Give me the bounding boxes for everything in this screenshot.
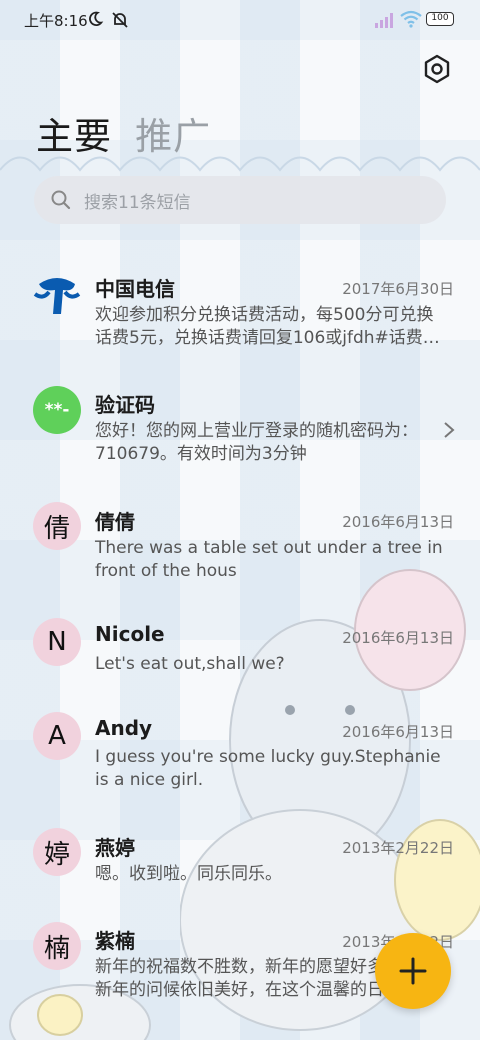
contact-avatar: 楠 <box>33 922 81 970</box>
message-date: 2016年6月13日 <box>342 723 454 741</box>
message-date: 2016年6月13日 <box>342 513 454 531</box>
moon-icon <box>89 11 104 27</box>
contact-name: 中国电信 <box>95 277 175 301</box>
compose-button[interactable] <box>375 933 451 1009</box>
message-date: 2013年2月22日 <box>342 839 454 857</box>
message-preview: Let's eat out,shall we? <box>95 654 285 674</box>
mute-bell-icon <box>112 12 128 28</box>
contact-avatar: 婷 <box>33 828 81 876</box>
settings-icon[interactable] <box>420 52 454 86</box>
contact-avatar: N <box>33 618 81 666</box>
message-preview: 欢迎参加积分兑换话费活动，每500分可兑换话费5元，兑换话费请回复106或jfd… <box>95 305 440 348</box>
conversation-row[interactable]: 中国电信 2017年6月30日 欢迎参加积分兑换话费活动，每500分可兑换话费5… <box>0 266 480 366</box>
verification-avatar: **- <box>33 386 81 434</box>
wifi-icon <box>400 10 422 28</box>
signal-icon <box>375 13 393 28</box>
message-preview: I guess you're some lucky guy.Stephanie … <box>95 747 441 790</box>
plus-icon <box>399 957 427 985</box>
contact-name: Andy <box>95 716 153 740</box>
message-preview: 您好！您的网上营业厅登录的随机密码为：710679。有效时间为3分钟 <box>95 421 418 464</box>
search-input[interactable]: 搜索11条短信 <box>34 176 446 224</box>
message-date: 2016年6月13日 <box>342 629 454 647</box>
contact-name: 倩倩 <box>95 510 135 534</box>
contact-name: 验证码 <box>95 393 155 417</box>
chevron-right-icon[interactable] <box>442 420 456 440</box>
conversation-row[interactable]: A Andy 2016年6月13日 I guess you're some lu… <box>0 710 480 810</box>
battery-indicator: 100 <box>426 12 454 26</box>
contact-avatar: 倩 <box>33 502 81 550</box>
tab-promotion[interactable]: 推广 <box>135 106 211 160</box>
message-preview: 嗯。收到啦。同乐同乐。 <box>95 864 282 884</box>
conversation-row[interactable]: N Nicole 2016年6月13日 Let's eat out,shall … <box>0 616 480 696</box>
contact-avatar: A <box>33 712 81 760</box>
contact-name: 燕婷 <box>95 836 135 860</box>
contact-name: Nicole <box>95 622 165 646</box>
search-placeholder: 搜索11条短信 <box>84 192 191 213</box>
tab-main[interactable]: 主要 <box>36 106 112 160</box>
china-telecom-logo-icon <box>33 278 81 314</box>
status-time: 上午8:16 <box>24 12 88 30</box>
conversation-row[interactable]: **- 验证码 您好！您的网上营业厅登录的随机密码为：710679。有效时间为3… <box>0 382 480 482</box>
search-icon <box>51 190 71 210</box>
message-preview: There was a table set out under a tree i… <box>95 538 443 581</box>
message-date: 2017年6月30日 <box>342 280 454 298</box>
contact-name: 紫楠 <box>95 929 135 953</box>
status-bar: 上午8:16 100 <box>0 0 480 40</box>
conversation-row[interactable]: 婷 燕婷 2013年2月22日 嗯。收到啦。同乐同乐。 <box>0 826 480 906</box>
tab-bar: 主要 推广 <box>36 106 229 158</box>
conversation-row[interactable]: 倩 倩倩 2016年6月13日 There was a table set ou… <box>0 500 480 600</box>
